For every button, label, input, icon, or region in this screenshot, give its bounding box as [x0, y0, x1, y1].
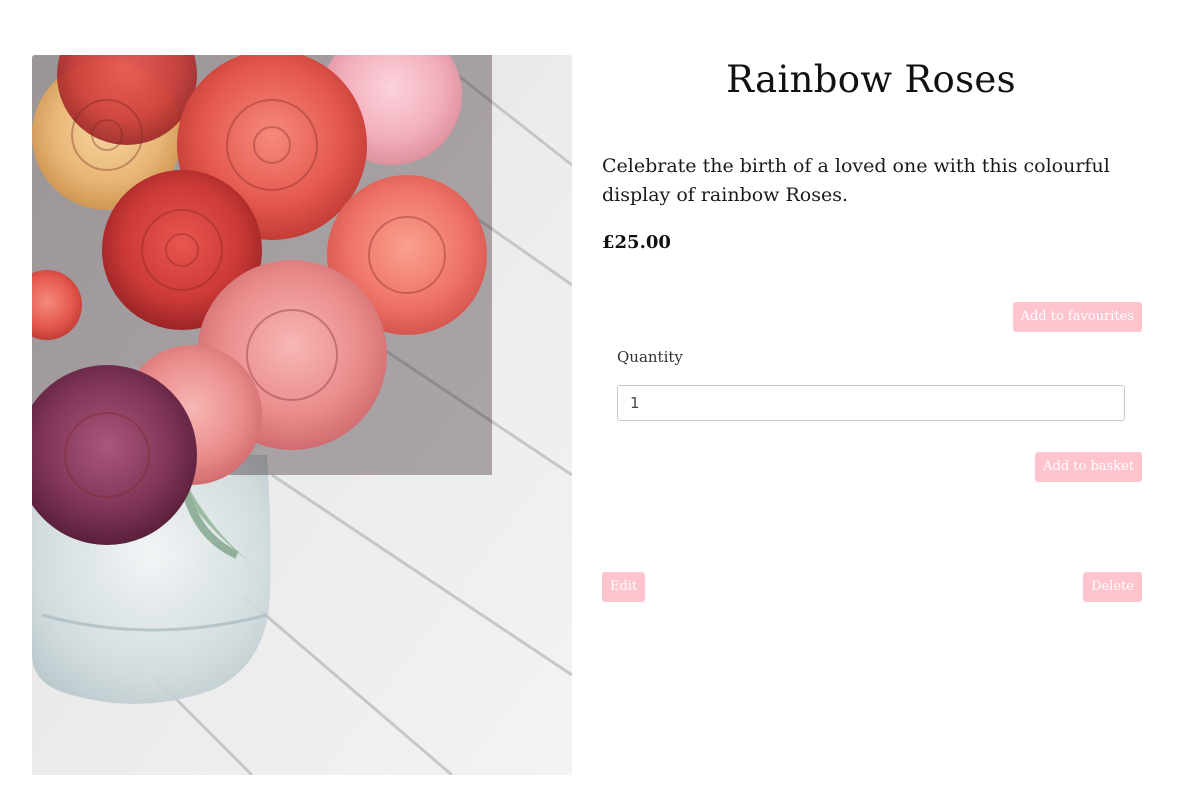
quantity-label: Quantity — [617, 348, 683, 366]
product-image — [32, 55, 572, 775]
add-to-favourites-button[interactable]: Add to favourites — [1012, 302, 1142, 332]
delete-button[interactable]: Delete — [1083, 572, 1142, 602]
edit-button[interactable]: Edit — [602, 572, 646, 602]
product-description: Celebrate the birth of a loved one with … — [602, 155, 1110, 206]
quantity-input[interactable] — [617, 385, 1125, 421]
product-price: £25.00 — [602, 232, 671, 253]
product-detail-page: Rainbow Roses Celebrate the birth of a l… — [0, 0, 1195, 809]
add-to-basket-button[interactable]: Add to basket — [1035, 452, 1142, 482]
product-title: Rainbow Roses — [726, 58, 1016, 101]
